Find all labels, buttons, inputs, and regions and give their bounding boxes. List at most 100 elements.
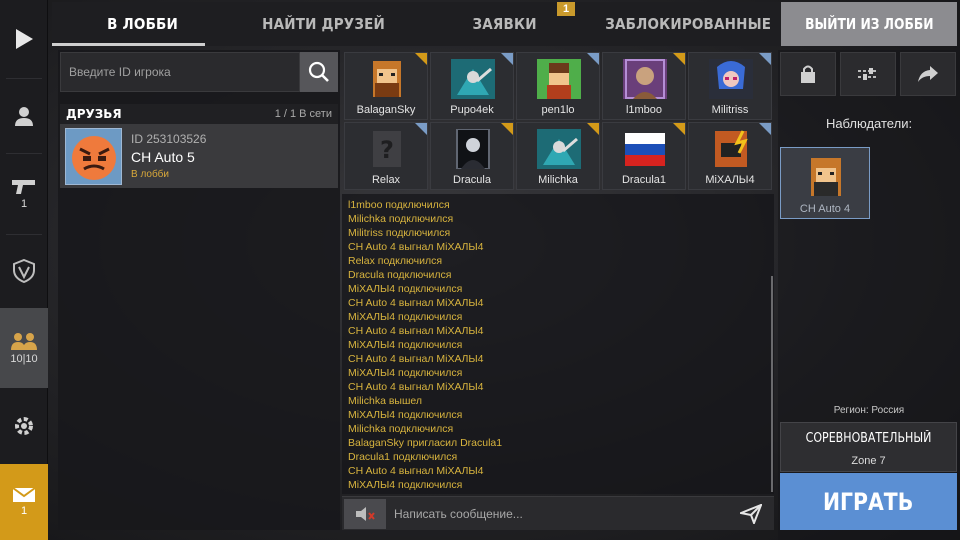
player-tile[interactable]: ? Relax: [344, 122, 428, 190]
log-line: MiXAЛЫ4 подключился: [348, 311, 463, 323]
team-corner: [759, 123, 771, 135]
friends-header: ДРУЗЬЯ 1 / 1 В сети: [60, 104, 338, 124]
game-mode-selector[interactable]: СОРЕВНОВАТЕЛЬНЫЙ Zone 7: [780, 422, 957, 472]
map-name: Zone 7: [851, 455, 886, 467]
tab-find-friends[interactable]: НАЙТИ ДРУЗЕЙ: [242, 2, 405, 46]
requests-badge: 1: [557, 2, 575, 16]
mail-nav-button[interactable]: 1: [0, 464, 48, 540]
lobby-nav-button[interactable]: 10|10: [0, 308, 48, 388]
log-line: Dracula1 подключился: [348, 451, 458, 463]
player-name: Milichka: [538, 174, 578, 186]
log-line: Dracula подключился: [348, 269, 452, 281]
friends-title: ДРУЗЬЯ: [66, 107, 122, 121]
mail-icon: [12, 487, 36, 502]
active-tab-indicator: [52, 43, 205, 46]
log-scrollbar[interactable]: [771, 276, 773, 492]
observer-name: CH Auto 4: [799, 203, 851, 215]
game-mode-title: СОРЕВНОВАТЕЛЬНЫЙ: [805, 431, 932, 446]
log-line: MiXAЛЫ4 подключился: [348, 409, 463, 421]
log-line: CH Auto 4 выгнал MiXAЛЫ4: [348, 297, 484, 309]
user-icon: [15, 107, 33, 126]
play-nav-button[interactable]: [0, 0, 48, 78]
russia-flag-icon: [625, 133, 665, 166]
send-button[interactable]: [736, 501, 766, 527]
team-corner: [673, 123, 685, 135]
search-icon: [308, 61, 329, 82]
share-button[interactable]: [900, 52, 956, 96]
team-corner: [673, 53, 685, 65]
search-button[interactable]: [300, 52, 338, 92]
player-avatar: [623, 59, 667, 99]
friend-status: В лобби: [131, 169, 169, 180]
profile-nav-button[interactable]: [0, 79, 48, 153]
player-name: Militriss: [711, 104, 749, 116]
inventory-count: 1: [20, 198, 28, 210]
settings-nav-button[interactable]: [0, 390, 48, 462]
friend-avatar: [65, 128, 122, 185]
lock-lobby-button[interactable]: [780, 52, 836, 96]
player-tile[interactable]: BalaganSky: [344, 52, 428, 120]
lobby-event-log[interactable]: l1mboo подключился Milichka подключился …: [342, 194, 774, 494]
player-avatar: [537, 59, 581, 99]
play-button[interactable]: ИГРАТЬ: [780, 473, 957, 530]
lobby-count: 10|10: [10, 353, 38, 365]
player-tile[interactable]: Dracula: [430, 122, 514, 190]
leave-lobby-button[interactable]: ВЫЙТИ ИЗ ЛОББИ: [781, 2, 957, 46]
inventory-nav-button[interactable]: 1: [0, 154, 48, 234]
team-corner: [415, 53, 427, 65]
team-corner: [501, 53, 513, 65]
sliders-icon: [858, 68, 878, 80]
player-name: l1mboo: [625, 104, 663, 116]
observers-label: Наблюдатели:: [825, 116, 913, 131]
player-avatar: [373, 61, 401, 97]
tab-blocked[interactable]: ЗАБЛОКИРОВАННЫЕ: [605, 2, 771, 46]
friend-id: ID 253103526: [131, 132, 207, 146]
lobby-tabs: В ЛОББИ НАЙТИ ДРУЗЕЙ ЗАЯВКИ ЗАБЛОКИРОВАН…: [52, 2, 780, 46]
share-icon: [918, 66, 938, 82]
player-name: Dracula: [453, 174, 491, 186]
left-rail: 1 10|10 1: [0, 0, 48, 540]
player-tile[interactable]: Pupo4ek: [430, 52, 514, 120]
play-icon: [16, 29, 33, 49]
player-tile[interactable]: l1mboo: [602, 52, 686, 120]
send-icon: [740, 504, 762, 524]
chat-message-input[interactable]: [390, 499, 730, 529]
player-avatar: [451, 59, 495, 99]
player-avatar: ?: [373, 131, 401, 167]
player-avatar: [537, 129, 581, 169]
log-line: Milichka подключился: [348, 213, 454, 225]
log-line: CH Auto 4 выгнал MiXAЛЫ4: [348, 241, 484, 253]
lobby-settings-button[interactable]: [840, 52, 896, 96]
player-tile[interactable]: Milichka: [516, 122, 600, 190]
log-line: l1mboo подключился: [348, 199, 450, 211]
shield-icon: [13, 259, 35, 283]
lock-icon: [801, 65, 815, 83]
player-tile[interactable]: pen1lo: [516, 52, 600, 120]
log-line: MiXAЛЫ4 подключился: [348, 339, 463, 351]
player-avatar: [715, 130, 748, 167]
log-line: Milichka подключился: [348, 423, 454, 435]
log-line: BalaganSky пригласил Dracula1: [348, 437, 503, 449]
speaker-muted-icon: [356, 507, 375, 521]
team-corner: [501, 123, 513, 135]
log-line: CH Auto 4 выгнал MiXAЛЫ4: [348, 465, 484, 477]
svg-text:?: ?: [380, 136, 394, 164]
clan-nav-button[interactable]: [0, 235, 48, 307]
player-tile[interactable]: Militriss: [688, 52, 772, 120]
player-tile[interactable]: Dracula1: [602, 122, 686, 190]
region-label: Регион: Россия: [833, 405, 905, 416]
play-label: ИГРАТЬ: [823, 487, 914, 516]
mute-button[interactable]: [344, 499, 386, 529]
log-line: CH Auto 4 выгнал MiXAЛЫ4: [348, 381, 484, 393]
log-line: Milichka вышел: [348, 395, 423, 407]
friend-list-item[interactable]: ID 253103526 CH Auto 5 В лобби: [60, 124, 338, 188]
observer-avatar: [811, 158, 841, 196]
log-lines: l1mboo подключился Milichka подключился …: [348, 198, 502, 492]
player-tile[interactable]: MiXAЛЫ4: [688, 122, 772, 190]
team-corner: [759, 53, 771, 65]
observer-tile[interactable]: CH Auto 4: [780, 147, 870, 219]
player-id-search-input[interactable]: [60, 52, 300, 92]
mail-count: 1: [20, 505, 28, 517]
gear-icon: [15, 417, 33, 435]
tab-lobby[interactable]: В ЛОББИ: [61, 2, 224, 46]
